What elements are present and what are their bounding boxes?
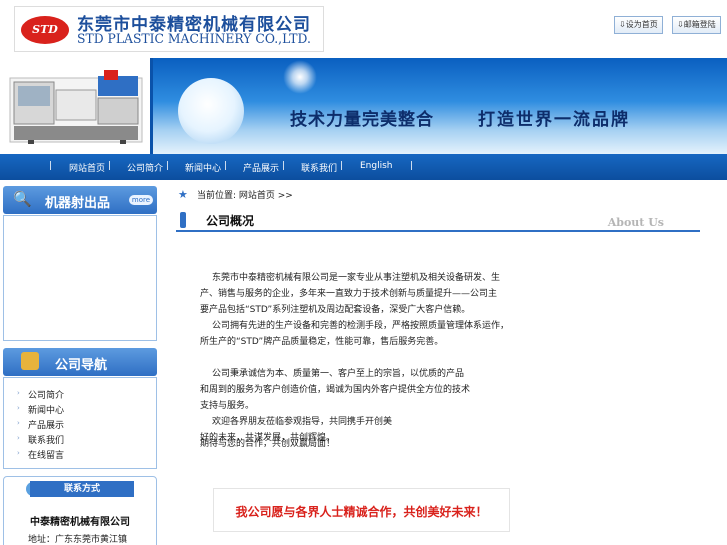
home-icon: ⇩: [619, 20, 626, 29]
nav-item-about[interactable]: 公司简介: [127, 161, 163, 174]
guide-box-title: 公司导航: [55, 358, 108, 373]
decorative-orb: [178, 78, 244, 144]
content-paragraph-1: 东莞市中泰精密机械有限公司是一家专业从事注塑机及相关设备研发、生产、销售与服务的…: [200, 273, 501, 315]
hero-banner: 技术力量完美整合 打造世界一流品牌: [0, 58, 727, 154]
products-box-header: 🔍 机器射出品 more: [3, 186, 157, 214]
nav-separator: |: [340, 161, 344, 171]
products-more-link[interactable]: more: [129, 195, 153, 205]
closing-message: 我公司愿与各界人士精诚合作，共创美好未来！: [235, 505, 488, 519]
nav-item-english[interactable]: English: [360, 161, 393, 171]
guide-box-header: 公司导航: [3, 348, 157, 376]
breadcrumb: 当前位置: 网站首页 >> 公司简介: [197, 188, 332, 201]
nav-separator: |: [224, 161, 228, 171]
closing-banner: 我公司愿与各界人士精诚合作，共创美好未来！: [213, 488, 510, 532]
mail-icon: ⇩: [677, 20, 684, 29]
contact-box-title: 联系方式: [30, 481, 134, 497]
machine-photo: [0, 58, 153, 154]
nav-item-news[interactable]: 新闻中心: [185, 161, 221, 174]
banner-slogan-left: 技术力量完美整合: [290, 110, 434, 130]
guide-box-body: › 公司简介 › 新闻中心 › 产品展示 › 联系我们 › 在线留言: [3, 377, 157, 469]
nav-separator: |: [282, 161, 286, 171]
nav-separator: |: [410, 161, 414, 171]
guide-link-about[interactable]: 公司简介: [28, 388, 64, 401]
content-paragraph-5: 期待与您的合作，共创双赢局面！: [200, 439, 336, 449]
breadcrumb-prefix[interactable]: 当前位置: 网站首页 >>: [197, 191, 293, 201]
guide-link-products[interactable]: 产品展示: [28, 418, 64, 431]
decorative-sparkle: [283, 60, 317, 94]
nav-item-home[interactable]: 网站首页: [69, 161, 105, 174]
contact-box: 联系方式 中泰精密机械有限公司 地址：广东东莞市黄江镇: [3, 476, 157, 545]
content-paragraph-3: 公司秉承诚信为本、质量第一、客户至上的宗旨，以优质的产品和周到的服务为客户创造价…: [200, 369, 471, 411]
bullet-icon: ›: [17, 449, 20, 457]
guide-link-contact[interactable]: 联系我们: [28, 433, 64, 446]
set-home-button[interactable]: ⇩设为首页: [614, 16, 663, 34]
bullet-icon: ›: [17, 419, 20, 427]
content-paragraph-2: 公司拥有先进的生产设备和完善的检测手段，严格按照质量管理体系运作，所生产的“ST…: [200, 321, 510, 347]
contact-company: 中泰精密机械有限公司: [30, 517, 130, 528]
page: STD 东莞市中泰精密机械有限公司 STD PLASTIC MACHINERY …: [0, 0, 727, 545]
section-title-en: About Us: [607, 216, 664, 229]
nav-separator: |: [108, 161, 112, 171]
magnifier-icon: 🔍: [13, 190, 32, 208]
site-header: STD 东莞市中泰精密机械有限公司 STD PLASTIC MACHINERY …: [0, 0, 727, 58]
star-icon: ★: [178, 188, 188, 201]
bullet-icon: ›: [17, 434, 20, 442]
main-navigation: | 网站首页 | 公司简介 | 新闻中心 | 产品展示 | 联系我们 | Eng…: [0, 154, 727, 180]
company-name-en: STD PLASTIC MACHINERY CO.,LTD.: [77, 32, 311, 47]
products-box-title: 机器射出品: [45, 196, 111, 211]
mail-login-label: 邮箱登陆: [683, 20, 716, 29]
nav-item-contact[interactable]: 联系我们: [301, 161, 337, 174]
house-icon: [21, 352, 39, 370]
set-home-label: 设为首页: [625, 20, 658, 29]
section-title: 公司概况: [206, 214, 255, 228]
banner-slogan-right: 打造世界一流品牌: [478, 110, 630, 130]
guide-link-news[interactable]: 新闻中心: [28, 403, 64, 416]
nav-item-products[interactable]: 产品展示: [243, 161, 279, 174]
breadcrumb-current: 公司简介: [295, 191, 332, 201]
guide-link-message[interactable]: 在线留言: [28, 448, 64, 461]
injection-machine-image: [9, 70, 143, 144]
contact-address: 地址：广东东莞市黄江镇: [28, 535, 128, 545]
products-box-body: [3, 215, 157, 341]
nav-separator: |: [49, 161, 53, 171]
mail-login-button[interactable]: ⇩邮箱登陆: [672, 16, 721, 34]
bullet-icon: ›: [17, 404, 20, 412]
logo-mark: STD: [21, 16, 69, 44]
section-marker-icon: [180, 212, 186, 228]
bullet-icon: ›: [17, 389, 20, 397]
nav-separator: |: [166, 161, 170, 171]
company-logo[interactable]: STD 东莞市中泰精密机械有限公司 STD PLASTIC MACHINERY …: [14, 6, 324, 52]
section-header: 公司概况 About Us: [176, 210, 700, 232]
